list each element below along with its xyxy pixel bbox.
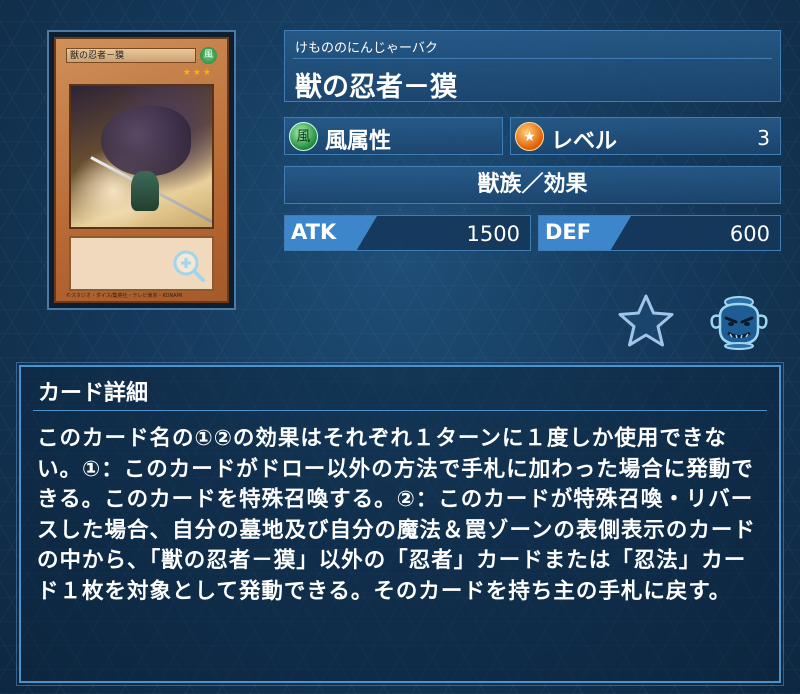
card-image: 獣の忍者－獏 風 ★★★ ©スタジオ・ダイス/集英社・テレビ東京・KONAMI [47, 30, 236, 310]
type-panel: 獣族／効果 [284, 166, 781, 204]
art-ninja [131, 171, 159, 211]
magnifier-plus-icon [173, 250, 205, 282]
attribute-label: 風属性 [325, 129, 392, 154]
def-value: 600 [729, 222, 770, 246]
card-copyright: ©スタジオ・ダイス/集英社・テレビ東京・KONAMI [66, 293, 183, 299]
pot-of-greed-icon [710, 296, 768, 350]
star-outline-icon [618, 294, 674, 347]
name-divider [293, 58, 772, 59]
art-beast [101, 106, 191, 176]
favorite-button[interactable] [616, 292, 676, 350]
def-panel: DEF 600 [538, 215, 781, 251]
card-image-name: 獣の忍者－獏 [66, 48, 196, 63]
level-value: 3 [757, 126, 770, 150]
atk-panel: ATK 1500 [284, 215, 531, 251]
level-label: レベル [551, 129, 618, 154]
card-text-box [69, 236, 214, 291]
detail-divider [33, 410, 767, 411]
card-image-level-stars: ★★★ [182, 68, 213, 78]
monster-type: 獣族／効果 [477, 172, 588, 197]
level-star-icon: ★ [515, 122, 544, 151]
card-art [69, 84, 214, 229]
atk-value: 1500 [466, 222, 520, 246]
card-artwork-frame: 獣の忍者－獏 風 ★★★ ©スタジオ・ダイス/集英社・テレビ東京・KONAMI [54, 37, 229, 303]
card-name-ruby: けもののにんじゃーバク [295, 41, 438, 56]
card-image-attribute: 風 [200, 47, 217, 64]
level-panel: ★ レベル 3 [510, 117, 781, 155]
zoom-button[interactable] [172, 249, 206, 283]
atk-label: ATK [291, 220, 337, 244]
card-effect-text: このカード名の①②の効果はそれぞれ１ターンに１度しか使用できない。①：このカード… [37, 426, 756, 604]
wind-attribute-icon: 風 [289, 122, 318, 151]
deck-button[interactable] [706, 292, 772, 350]
card-name-panel: けもののにんじゃーバク 獣の忍者－獏 [284, 30, 781, 103]
def-label: DEF [545, 220, 592, 244]
attribute-panel: 風 風属性 [284, 117, 503, 155]
card-name: 獣の忍者－獏 [295, 72, 457, 103]
card-detail-box: カード詳細 このカード名の①②の効果はそれぞれ１ターンに１度しか使用できない。①… [16, 362, 784, 686]
detail-title: カード詳細 [38, 381, 149, 406]
